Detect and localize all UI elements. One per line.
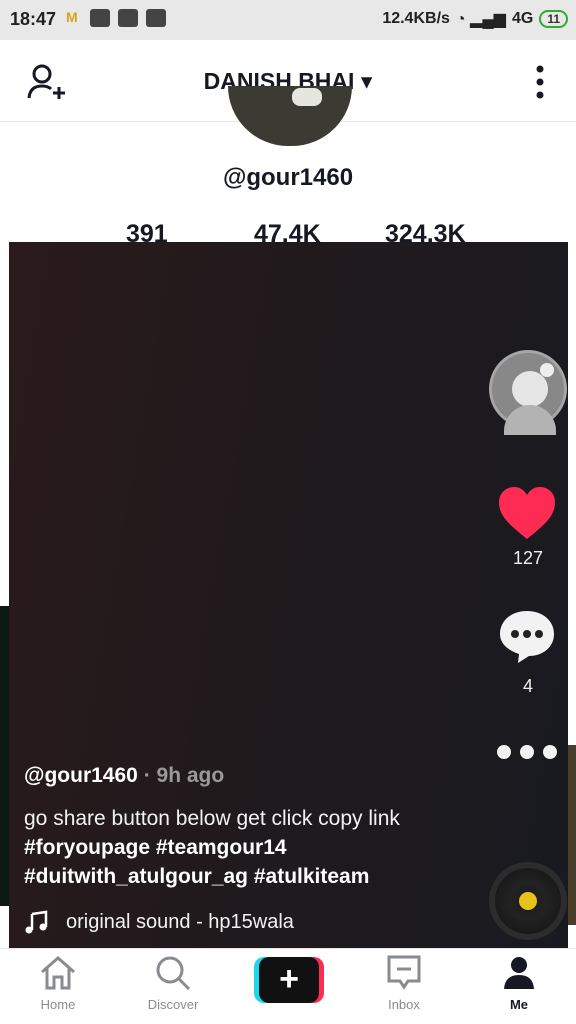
nav-discover-label: Discover <box>147 997 199 1012</box>
nav-home-label: Home <box>40 997 76 1012</box>
bottom-nav: Home Discover + Inbox Me <box>0 948 576 1024</box>
status-time: 18:47 <box>10 9 57 29</box>
author-handle[interactable]: @gour1460 <box>24 764 138 787</box>
signal-icon: ◔ ▂▄▆ <box>455 11 506 28</box>
sound-info[interactable]: original sound - hp15wala <box>24 910 294 934</box>
status-bar: 18:47 M 12.4KB/s ◔ ▂▄▆ 4G 11 <box>0 0 576 40</box>
comment-count: 4 <box>522 676 533 696</box>
gmail-icon: M <box>66 9 78 25</box>
video-camera-icon <box>146 9 166 27</box>
home-icon <box>41 956 75 990</box>
profile-handle: @gour1460 <box>222 164 354 191</box>
video-player[interactable]: 127 4 @gour1460 · 9h ago go share button… <box>9 242 568 948</box>
disc-center <box>519 892 537 910</box>
heart-icon[interactable] <box>497 485 557 541</box>
avatar-body <box>504 405 556 435</box>
comment-icon[interactable] <box>498 608 556 664</box>
nav-me[interactable]: Me <box>471 953 567 1012</box>
nav-home[interactable]: Home <box>10 953 106 1012</box>
creator-avatar[interactable] <box>489 350 567 435</box>
share-icon[interactable] <box>497 742 557 762</box>
inbox-icon <box>387 955 421 990</box>
like-count: 127 <box>512 548 544 568</box>
video-caption: go share button below get click copy lin… <box>24 804 464 891</box>
network-speed: 12.4KB/s <box>382 10 450 27</box>
chevron-down-icon: ▾ <box>360 68 373 94</box>
caption-author[interactable]: @gour1460 · 9h ago <box>24 764 224 788</box>
avatar-head <box>512 371 548 407</box>
caption-text: go share button below get click copy lin… <box>24 807 400 830</box>
more-options-icon[interactable] <box>532 64 548 100</box>
create-button[interactable]: + <box>254 957 324 1003</box>
profile-icon <box>504 957 534 989</box>
music-note-icon <box>25 910 48 934</box>
search-icon <box>156 956 191 991</box>
profile-avatar[interactable] <box>228 86 352 146</box>
caption-hashtags[interactable]: #foryoupage #teamgour14 #duitwith_atulgo… <box>24 836 369 888</box>
post-time: · 9h ago <box>143 764 225 787</box>
nav-inbox[interactable]: Inbox <box>356 953 452 1012</box>
nav-inbox-label: Inbox <box>388 997 420 1012</box>
nav-discover[interactable]: Discover <box>125 953 221 1012</box>
notification-icons: M <box>66 9 166 27</box>
plus-icon: + <box>259 957 319 1003</box>
share-dot <box>543 745 557 759</box>
sound-name[interactable]: original sound - hp15wala <box>66 911 294 934</box>
music-disc-icon[interactable] <box>489 862 567 940</box>
media-player-icon <box>118 9 138 27</box>
youtube-icon <box>90 9 110 27</box>
music-note-icon <box>540 363 554 377</box>
network-type: 4G <box>511 10 534 27</box>
status-right: 12.4KB/s ◔ ▂▄▆ 4G 11 <box>382 9 568 29</box>
share-dot <box>497 745 511 759</box>
battery-icon: 11 <box>539 10 568 28</box>
nav-me-label: Me <box>509 997 529 1012</box>
share-dot <box>520 745 534 759</box>
